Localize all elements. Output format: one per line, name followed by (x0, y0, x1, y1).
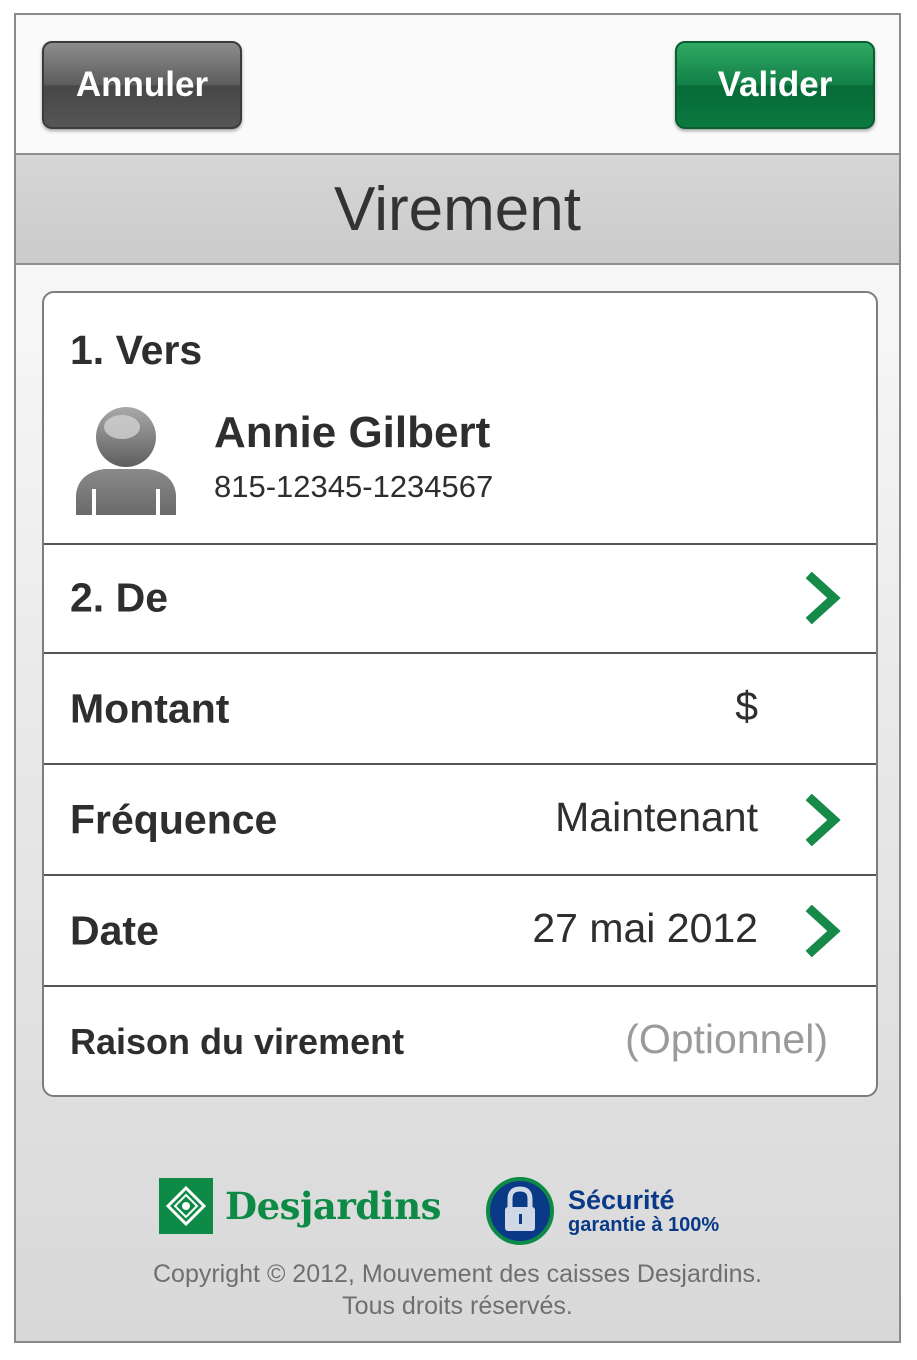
validate-button[interactable]: Valider (675, 41, 875, 129)
date-value: 27 mai 2012 (532, 904, 758, 951)
title-bar: Virement (16, 155, 899, 265)
amount-label: Montant (70, 685, 230, 731)
cancel-button-label: Annuler (75, 65, 209, 104)
date-label: Date (70, 907, 159, 953)
amount-row[interactable]: Montant $ (44, 654, 876, 765)
page-title: Virement (334, 174, 581, 244)
copyright-notice: Copyright © 2012, Mouvement des caisses … (16, 1258, 899, 1322)
copyright-line-1: Copyright © 2012, Mouvement des caisses … (153, 1260, 762, 1288)
copyright-line-2: Tous droits réservés. (342, 1292, 573, 1320)
lock-icon (486, 1177, 554, 1245)
security-title: Sécurité (568, 1185, 675, 1216)
transfer-form: 1. Vers Annie Gilbert 815-12345-1234567 … (42, 291, 878, 1097)
reason-row[interactable]: Raison du virement (Optionnel) (44, 987, 876, 1095)
desjardins-wordmark: Desjardins (225, 1184, 441, 1228)
security-subtitle: garantie à 100% (568, 1213, 720, 1236)
top-toolbar: Annuler Valider (16, 15, 899, 155)
person-avatar-icon (76, 407, 176, 515)
recipient-section-label: 1. Vers (70, 327, 203, 373)
desjardins-logo: Desjardins (159, 1178, 441, 1234)
frequency-row[interactable]: Fréquence Maintenant (44, 765, 876, 876)
from-account-row[interactable]: 2. De (44, 543, 876, 654)
recipient-name: Annie Gilbert (214, 408, 491, 457)
frequency-value: Maintenant (555, 793, 758, 840)
chevron-right-icon (805, 571, 841, 624)
recipient-section[interactable]: 1. Vers Annie Gilbert 815-12345-1234567 (44, 293, 876, 545)
reason-label: Raison du virement (70, 1020, 405, 1062)
validate-button-label: Valider (717, 65, 833, 104)
chevron-right-icon (805, 904, 841, 957)
desjardins-logo-icon (159, 1178, 213, 1234)
security-badge: Sécurité garantie à 100% (486, 1177, 719, 1245)
chevron-right-icon (805, 793, 841, 846)
from-account-label: 2. De (70, 574, 168, 620)
amount-field[interactable]: $ (735, 683, 758, 730)
date-row[interactable]: Date 27 mai 2012 (44, 876, 876, 987)
app-frame: Annuler Valider Virement 1. Vers Annie G… (14, 13, 901, 1343)
frequency-label: Fréquence (70, 796, 278, 842)
recipient-account-number: 815-12345-1234567 (214, 469, 494, 504)
reason-input[interactable]: (Optionnel) (625, 1016, 828, 1063)
cancel-button[interactable]: Annuler (42, 41, 242, 129)
